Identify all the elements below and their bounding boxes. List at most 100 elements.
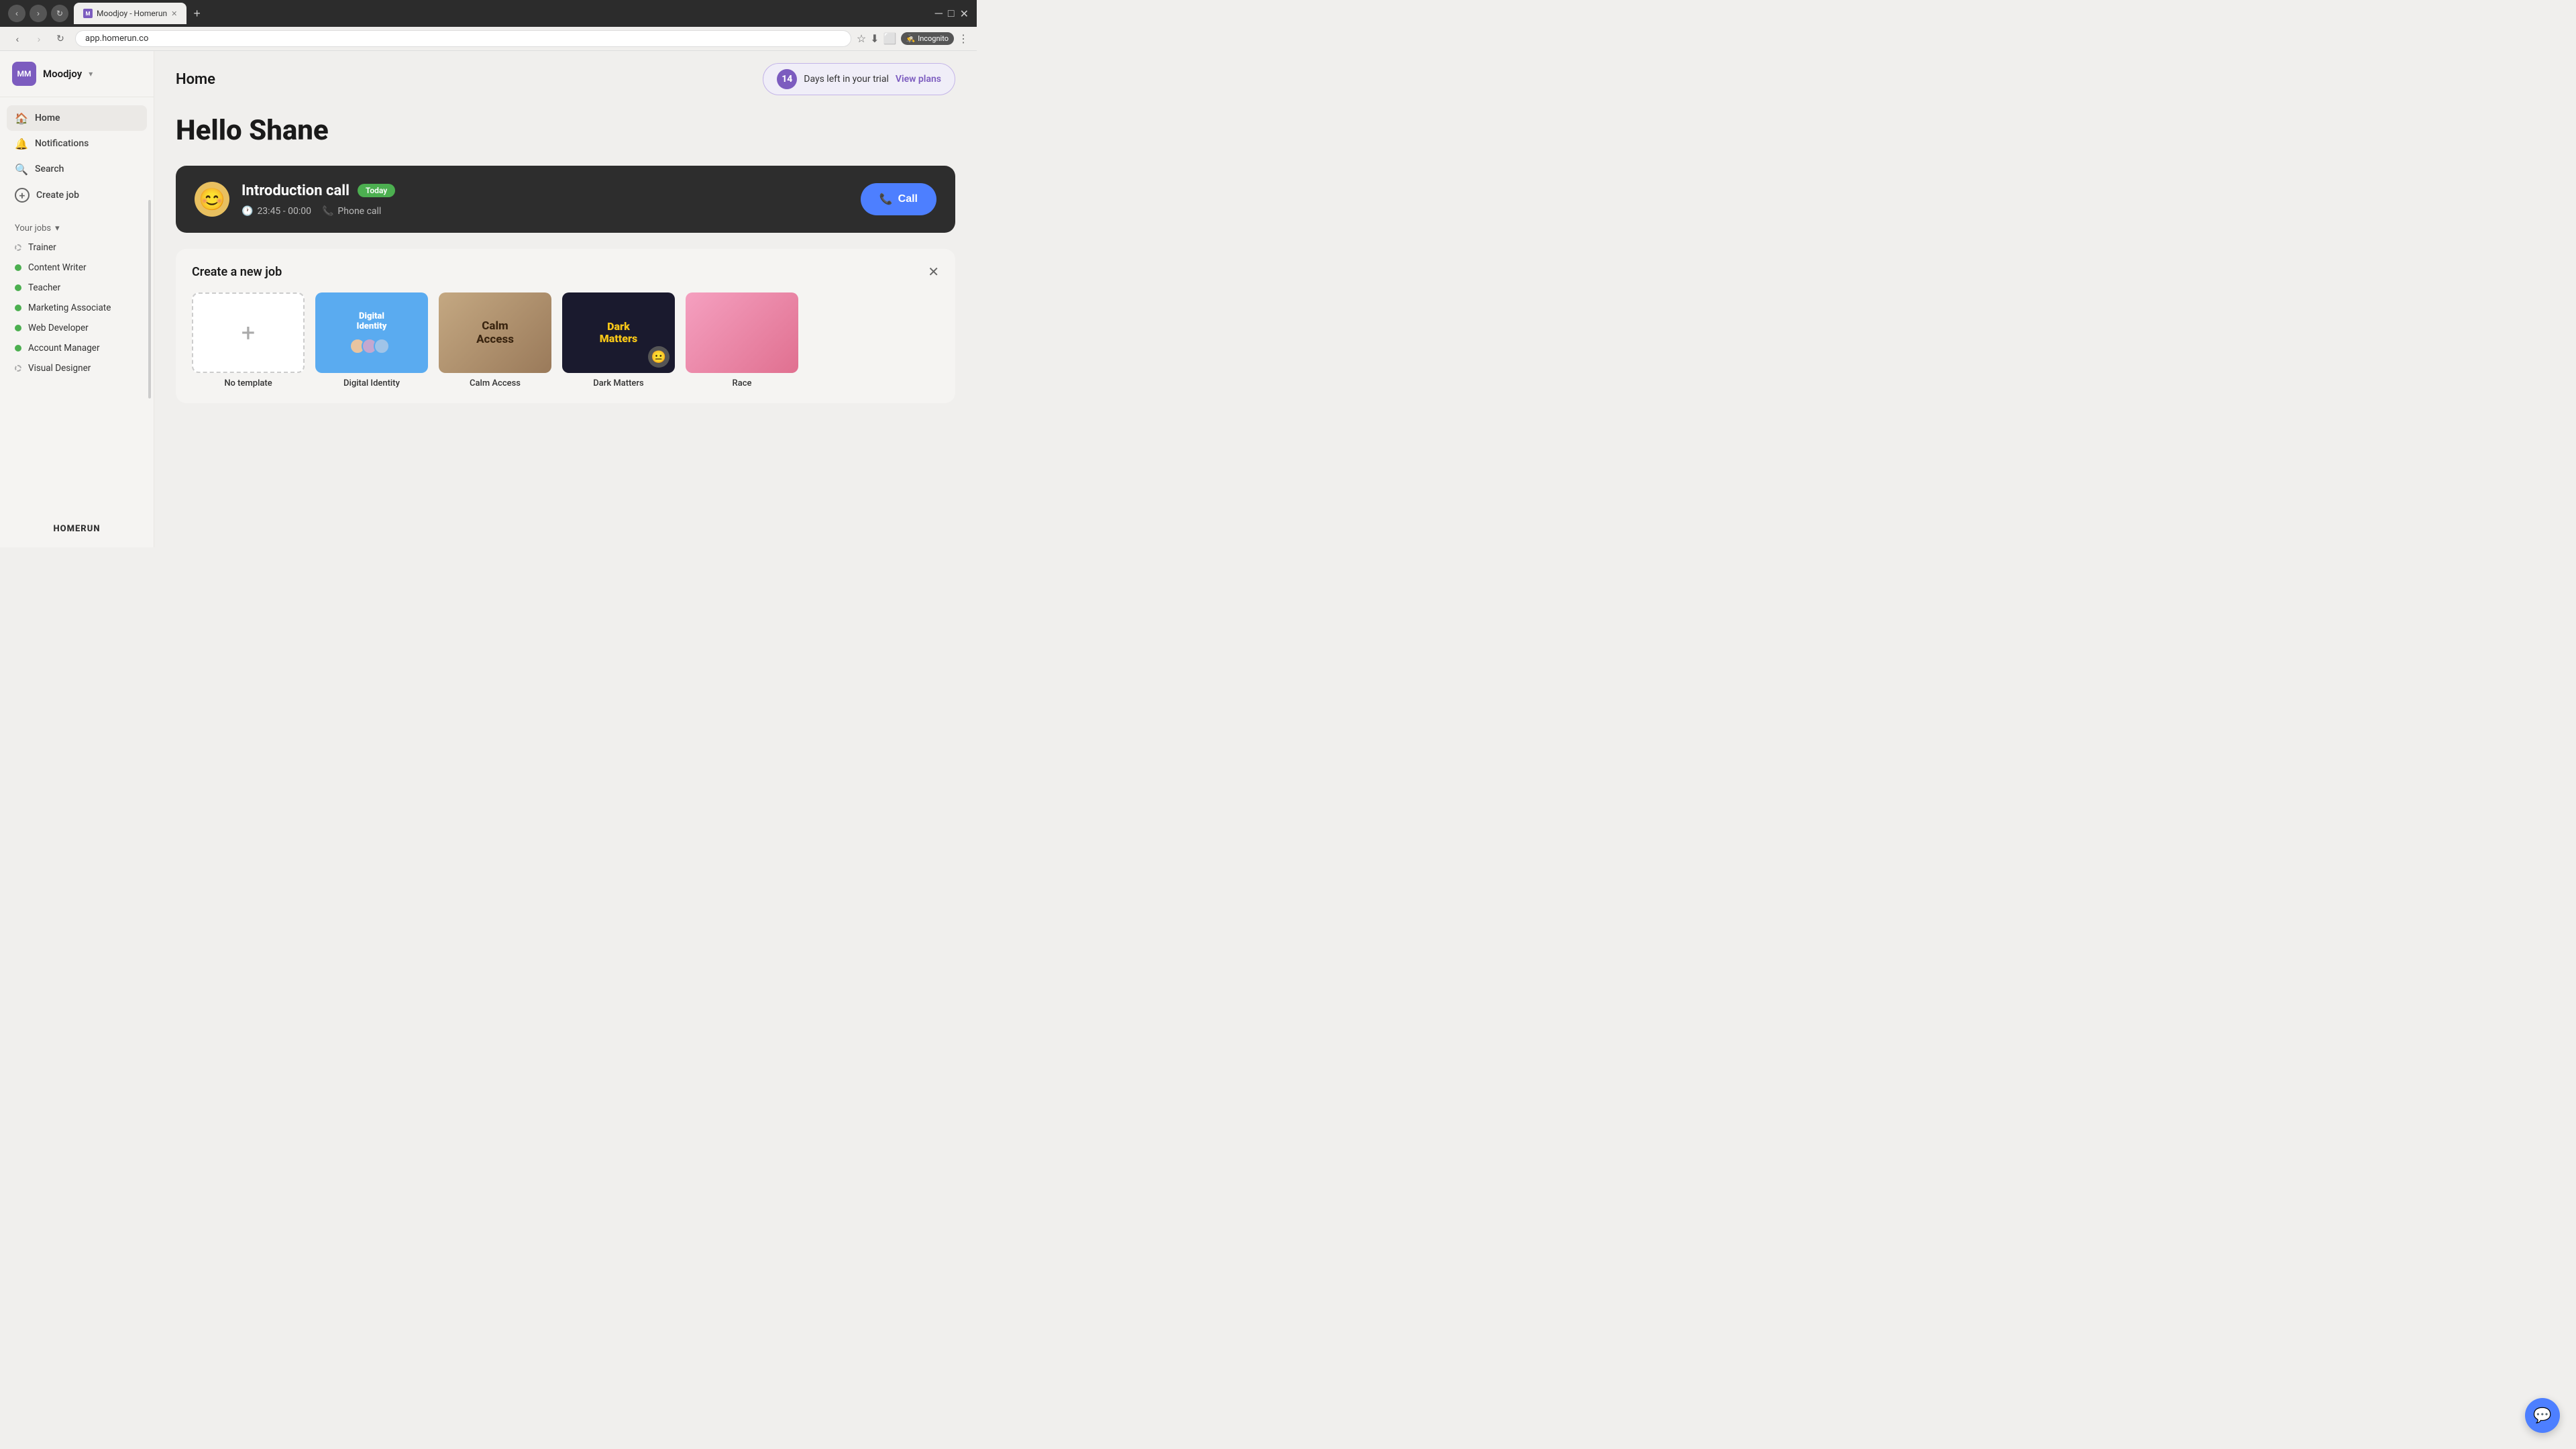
sidebar-item-notifications[interactable]: 🔔 Notifications (7, 131, 147, 156)
call-button[interactable]: 📞 Call (861, 183, 936, 215)
url-text: app.homerun.co (85, 34, 148, 44)
chat-icon: 💬 (2533, 1407, 2551, 1424)
trial-badge: 14 Days left in your trial View plans (763, 63, 955, 95)
interview-info: Introduction call Today 🕐 23:45 - 00:00 … (241, 182, 849, 217)
main-content: Home 14 Days left in your trial View pla… (154, 51, 977, 547)
close-window-btn[interactable]: ✕ (960, 7, 969, 20)
browser-actions: ─ □ ✕ (935, 7, 969, 20)
call-label: Call (898, 193, 918, 205)
interview-emoji: 😊 (199, 186, 225, 212)
page-title: Home (176, 71, 215, 88)
trial-text: Days left in your trial (804, 74, 889, 85)
job-label-trainer: Trainer (28, 242, 56, 253)
template-calm-access[interactable]: CalmAccess Calm Access (439, 292, 551, 388)
sidebar-item-create-job[interactable]: + Create job (7, 182, 147, 209)
template-race[interactable]: Race (686, 292, 798, 388)
sidebar-item-search[interactable]: 🔍 Search (7, 156, 147, 182)
create-job-section: Create a new job ✕ + No template (176, 249, 955, 403)
main-header: Home 14 Days left in your trial View pla… (154, 51, 977, 107)
nav-reload-btn[interactable]: ↻ (51, 30, 70, 48)
sidebar-scrollbar[interactable] (148, 200, 151, 398)
template-label-digital-identity: Digital Identity (315, 378, 428, 388)
minimize-btn[interactable]: ─ (935, 7, 943, 20)
chat-button[interactable]: 💬 (2525, 1398, 2560, 1433)
tab-bar: M Moodjoy - Homerun ✕ + (74, 3, 930, 24)
di-inner: DigitalIdentity (315, 292, 428, 373)
sidebar-header[interactable]: MM Moodjoy ▾ (0, 51, 154, 97)
trial-days-number: 14 (777, 69, 797, 89)
phone-icon: 📞 (322, 206, 333, 217)
create-job-title: Create a new job (192, 265, 282, 279)
interview-time-text: 23:45 - 00:00 (257, 206, 311, 217)
content-area: Hello Shane 😊 Introduction call Today 🕐 … (154, 107, 977, 547)
interview-type: 📞 Phone call (322, 206, 381, 217)
your-jobs-section: Your jobs ▾ Trainer Content Writer Teach… (0, 217, 154, 381)
address-bar: ‹ › ↻ app.homerun.co ☆ ⬇ ⬜ 🕵 Incognito ⋮ (0, 27, 977, 51)
sidebar-job-account-manager[interactable]: Account Manager (7, 338, 147, 358)
search-icon: 🔍 (15, 162, 28, 176)
sidebar-job-visual-designer[interactable]: Visual Designer (7, 358, 147, 378)
bookmark-icon[interactable]: ☆ (857, 32, 866, 45)
sidebar-job-teacher[interactable]: Teacher (7, 278, 147, 298)
app-container: MM Moodjoy ▾ 🏠 Home 🔔 Notifications 🔍 Se… (0, 51, 977, 547)
di-avatars (354, 338, 390, 354)
template-label-dark-matters: Dark Matters (562, 378, 675, 388)
tab-label: Moodjoy - Homerun (97, 9, 167, 18)
browser-reload-btn[interactable]: ↻ (51, 5, 68, 22)
di-title: DigitalIdentity (357, 311, 387, 331)
cast-icon[interactable]: ⬜ (883, 32, 897, 45)
clock-icon: 🕐 (241, 206, 253, 217)
close-create-job-btn[interactable]: ✕ (928, 264, 939, 280)
nav-back-btn[interactable]: ‹ (8, 30, 27, 48)
browser-controls: ‹ › ↻ (8, 5, 68, 22)
your-jobs-label: Your jobs (15, 223, 51, 233)
your-jobs-header[interactable]: Your jobs ▾ (7, 219, 147, 237)
template-label-calm-access: Calm Access (439, 378, 551, 388)
sidebar-item-home[interactable]: 🏠 Home (7, 105, 147, 131)
sidebar-job-web-developer[interactable]: Web Developer (7, 318, 147, 338)
template-label-no-template: No template (192, 378, 305, 388)
template-thumb-race (686, 292, 798, 373)
job-status-dot-visual-designer (15, 365, 21, 372)
interview-title: Introduction call (241, 182, 350, 199)
create-job-header: Create a new job ✕ (192, 264, 939, 280)
sidebar-job-marketing-associate[interactable]: Marketing Associate (7, 298, 147, 318)
job-status-dot-trainer (15, 244, 21, 251)
active-tab[interactable]: M Moodjoy - Homerun ✕ (74, 3, 186, 24)
nav-search-label: Search (35, 164, 64, 174)
nav-forward-btn[interactable]: › (30, 30, 48, 48)
maximize-btn[interactable]: □ (948, 7, 955, 20)
template-label-race: Race (686, 378, 798, 388)
tab-close-btn[interactable]: ✕ (171, 9, 177, 18)
template-digital-identity[interactable]: DigitalIdentity Digital Identity (315, 292, 428, 388)
your-jobs-chevron-icon: ▾ (55, 223, 60, 233)
incognito-icon: 🕵 (906, 34, 916, 43)
template-thumb-calm-access: CalmAccess (439, 292, 551, 373)
ca-content: CalmAccess (439, 292, 551, 373)
download-icon[interactable]: ⬇ (870, 32, 879, 45)
menu-icon[interactable]: ⋮ (958, 32, 969, 45)
plus-template-icon: + (241, 319, 255, 347)
job-label-account-mgr: Account Manager (28, 343, 100, 354)
interview-avatar: 😊 (195, 182, 229, 217)
tab-favicon: M (83, 9, 93, 18)
view-plans-link[interactable]: View plans (896, 74, 941, 85)
address-actions: ☆ ⬇ ⬜ 🕵 Incognito ⋮ (857, 32, 969, 45)
templates-grid: + No template DigitalIdentity (192, 292, 939, 388)
template-no-template[interactable]: + No template (192, 292, 305, 388)
template-thumb-no-template: + (192, 292, 305, 373)
browser-forward-btn[interactable]: › (30, 5, 47, 22)
dm-avatar: 😐 (648, 346, 669, 368)
interview-card: 😊 Introduction call Today 🕐 23:45 - 00:0… (176, 166, 955, 233)
new-tab-btn[interactable]: + (189, 7, 205, 21)
today-badge: Today (358, 184, 395, 197)
sidebar-job-trainer[interactable]: Trainer (7, 237, 147, 258)
template-thumb-digital-identity: DigitalIdentity (315, 292, 428, 373)
template-dark-matters[interactable]: DarkMatters 😐 Dark Matters (562, 292, 675, 388)
sidebar-job-content-writer[interactable]: Content Writer (7, 258, 147, 278)
homerun-logo: HOMERUN (54, 524, 101, 534)
job-status-dot-account-mgr (15, 345, 21, 352)
url-bar[interactable]: app.homerun.co (75, 30, 851, 47)
browser-chrome: ‹ › ↻ M Moodjoy - Homerun ✕ + ─ □ ✕ (0, 0, 977, 27)
browser-back-btn[interactable]: ‹ (8, 5, 25, 22)
